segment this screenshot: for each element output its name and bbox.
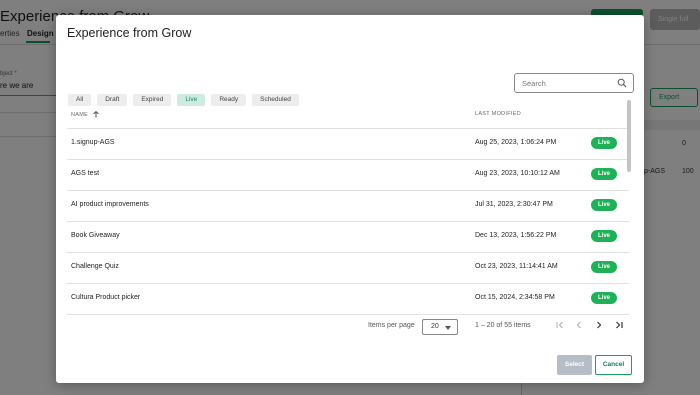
row-name: AGS test <box>71 170 100 177</box>
table-row[interactable]: Book Giveaway Dec 13, 2023, 1:56:22 PM L… <box>67 222 629 253</box>
status-badge: Live <box>591 199 617 211</box>
last-page-icon <box>616 321 623 329</box>
status-badge: Live <box>591 168 617 180</box>
first-page-icon <box>556 321 563 329</box>
filter-chip-live[interactable]: Live <box>177 94 206 106</box>
row-last-modified: Jul 31, 2023, 2:30:47 PM <box>475 201 553 208</box>
items-per-page-value: 20 <box>431 323 439 330</box>
table-row[interactable]: AGS test Aug 23, 2023, 10:10:12 AM Live <box>67 160 629 191</box>
status-badge: Live <box>591 292 617 304</box>
filter-chip-all[interactable]: All <box>68 94 92 106</box>
search-box[interactable] <box>514 73 634 93</box>
row-name: 1.signup-AGS <box>71 139 115 146</box>
row-last-modified: Dec 13, 2023, 1:56:22 PM <box>475 232 557 239</box>
filter-chip-expired[interactable]: Expired <box>133 94 172 106</box>
items-per-page-select[interactable]: 20 <box>422 319 458 335</box>
table-row[interactable]: AI product improvements Jul 31, 2023, 2:… <box>67 191 629 222</box>
dialog-title: Experience from Grow <box>67 26 192 40</box>
column-header-name[interactable]: NAME <box>71 111 99 118</box>
row-name: Challenge Quiz <box>71 263 119 270</box>
table-row[interactable]: Cultura Product picker Oct 15, 2024, 2:3… <box>67 284 629 315</box>
column-header-name-label: NAME <box>71 111 89 118</box>
row-last-modified: Aug 25, 2023, 1:06:24 PM <box>475 139 557 146</box>
select-button[interactable]: Select <box>557 355 592 375</box>
row-last-modified: Oct 15, 2024, 2:34:58 PM <box>475 294 555 301</box>
cancel-button[interactable]: Cancel <box>595 355 632 375</box>
experience-table: 1.signup-AGS Aug 25, 2023, 1:06:24 PM Li… <box>67 129 629 315</box>
filter-chip-scheduled[interactable]: Scheduled <box>252 94 299 106</box>
search-input[interactable] <box>522 77 612 89</box>
items-per-page-label: Items per page <box>368 322 415 329</box>
chevron-left-icon <box>576 321 581 329</box>
experience-picker-dialog: Experience from Grow All Draft Expired L… <box>56 15 644 383</box>
filter-chip-draft[interactable]: Draft <box>97 94 128 106</box>
row-last-modified: Oct 23, 2023, 11:14:41 AM <box>475 263 558 270</box>
filter-chip-ready[interactable]: Ready <box>211 94 247 106</box>
column-header-last-modified[interactable]: LAST MODIFIED <box>475 111 521 117</box>
status-badge: Live <box>591 261 617 273</box>
chevron-right-icon <box>597 321 602 329</box>
next-page-button[interactable] <box>592 318 606 332</box>
table-scrollbar[interactable] <box>627 100 631 172</box>
first-page-button[interactable] <box>553 318 567 332</box>
chevron-down-icon <box>445 326 451 330</box>
table-row[interactable]: Challenge Quiz Oct 23, 2023, 11:14:41 AM… <box>67 253 629 284</box>
status-badge: Live <box>591 230 617 242</box>
row-name: AI product improvements <box>71 201 149 208</box>
previous-page-button[interactable] <box>572 318 586 332</box>
search-icon[interactable] <box>617 78 627 88</box>
row-name: Book Giveaway <box>71 232 120 239</box>
row-name: Cultura Product picker <box>71 294 141 301</box>
row-last-modified: Aug 23, 2023, 10:10:12 AM <box>475 170 560 177</box>
status-badge: Live <box>591 137 617 149</box>
pagination-range: 1 – 20 of 55 items <box>475 322 531 329</box>
table-row[interactable]: 1.signup-AGS Aug 25, 2023, 1:06:24 PM Li… <box>67 129 629 160</box>
status-filter-group: All Draft Expired Live Ready Scheduled <box>68 94 299 106</box>
last-page-button[interactable] <box>612 318 626 332</box>
arrow-up-icon[interactable] <box>93 111 99 118</box>
